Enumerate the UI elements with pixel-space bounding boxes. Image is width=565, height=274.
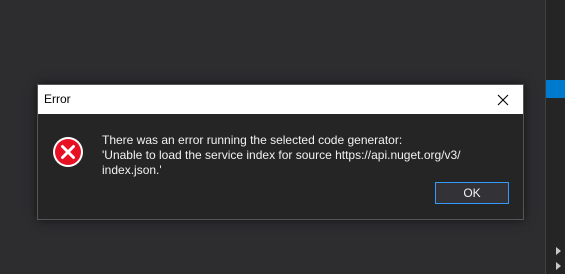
dialog-title: Error <box>44 92 71 106</box>
tree-expand-arrow-icon[interactable] <box>556 247 561 255</box>
error-dialog: Error There was an error running the sel… <box>37 84 524 220</box>
solution-explorer-panel <box>545 0 565 274</box>
tree-expand-arrow-icon[interactable] <box>556 262 561 270</box>
message-line: index.json.' <box>102 163 162 177</box>
ok-button[interactable]: OK <box>435 182 509 204</box>
dialog-titlebar[interactable]: Error <box>38 85 523 114</box>
message-line: 'Unable to load the service index for so… <box>102 148 461 162</box>
error-icon <box>52 136 84 168</box>
error-message: There was an error running the selected … <box>102 133 502 178</box>
dialog-body: There was an error running the selected … <box>38 114 523 219</box>
close-icon <box>497 94 509 106</box>
close-button[interactable] <box>483 85 523 114</box>
selected-tree-item[interactable] <box>546 80 565 98</box>
message-line: There was an error running the selected … <box>102 133 403 147</box>
